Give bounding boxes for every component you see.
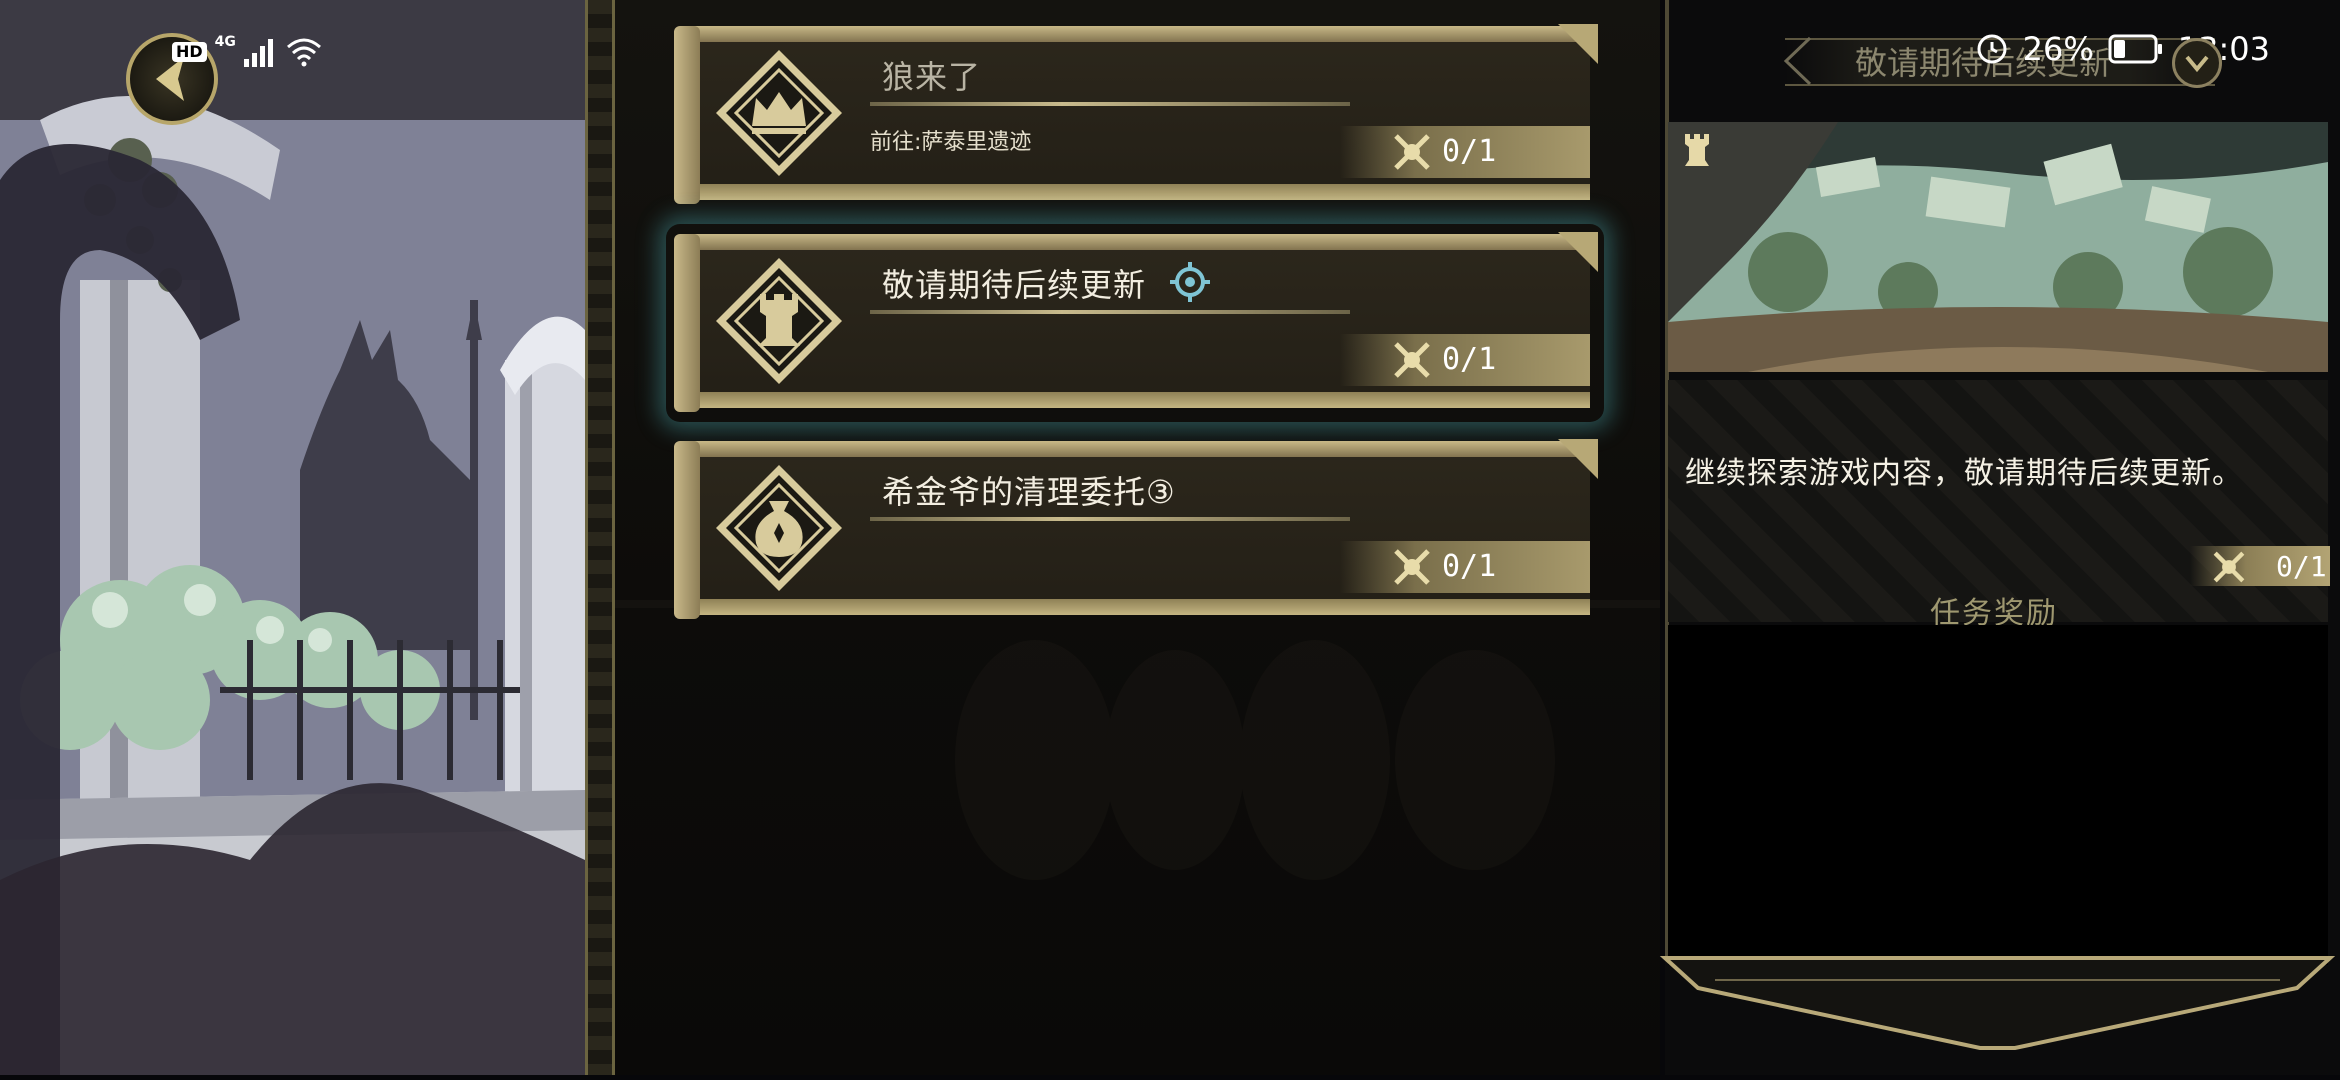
scroll-bottom-edge: [680, 599, 1590, 615]
chevron-left-icon: [1783, 36, 1812, 86]
scroll-top-edge: [680, 26, 1590, 42]
chevron-down-icon: [2185, 55, 2209, 73]
quest-card-3[interactable]: 希金爷的清理委托③ 0/1: [674, 439, 1598, 619]
status-bar-left: HD 4G: [172, 34, 322, 70]
quest-title: 敬请期待后续更新: [882, 266, 1147, 304]
crossed-swords-icon: [1394, 134, 1430, 170]
quest-progress: 0/1: [1442, 134, 1497, 169]
detail-progress: 0/1: [2276, 550, 2327, 583]
battery-percent: 26%: [2022, 30, 2094, 68]
quest-card-1[interactable]: 狼来了 前往:萨泰里遗迹 0/1: [674, 24, 1598, 204]
scroll-top-edge: [680, 441, 1590, 457]
scroll-roll: [674, 441, 700, 619]
quest-location-image: [1668, 122, 2328, 372]
title-underline: [870, 517, 1350, 521]
quest-description: 继续探索游戏内容，敬请期待后续更新。: [1685, 456, 2243, 491]
quest-title: 希金爷的清理委托③: [882, 473, 1176, 511]
menu-button[interactable]: [2172, 38, 2222, 88]
title-underline: [870, 102, 1350, 106]
status-bar-right: 26% 13:03: [1975, 30, 2270, 68]
network-type: 4G: [214, 34, 236, 50]
scroll-roll: [674, 234, 700, 412]
scroll-bottom-edge: [680, 184, 1590, 200]
quest-progress: 0/1: [1442, 342, 1497, 377]
panel-bottom-frame: [1659, 956, 2336, 1050]
crossed-swords-icon: [1394, 342, 1430, 378]
crown-icon: [716, 50, 842, 176]
crossed-swords-icon: [2213, 551, 2245, 583]
signal-icon: [243, 39, 273, 67]
money-bag-icon: [716, 465, 842, 591]
hd-badge: HD: [172, 42, 207, 62]
tower-icon: [716, 258, 842, 384]
quest-card-2[interactable]: 敬请期待后续更新 0/1: [674, 232, 1598, 412]
scroll-bottom-edge: [680, 392, 1590, 408]
title-underline: [870, 310, 1350, 314]
tracking-target-icon[interactable]: [1168, 260, 1212, 304]
battery-icon: [2108, 34, 2162, 64]
scroll-top-edge: [680, 234, 1590, 250]
scroll-roll: [674, 26, 700, 204]
quest-subtitle: 前往:萨泰里遗迹: [870, 130, 1032, 155]
quest-progress: 0/1: [1442, 549, 1497, 584]
scene-frame-border: [585, 0, 615, 1075]
scene-illustration: [0, 0, 585, 1075]
crossed-swords-icon: [1394, 549, 1430, 585]
wifi-icon: [286, 38, 321, 67]
reward-list: [1668, 625, 2328, 965]
quest-title: 狼来了: [882, 58, 982, 96]
tower-icon: [1685, 134, 1709, 166]
alarm-clock-icon: [1977, 34, 2007, 64]
